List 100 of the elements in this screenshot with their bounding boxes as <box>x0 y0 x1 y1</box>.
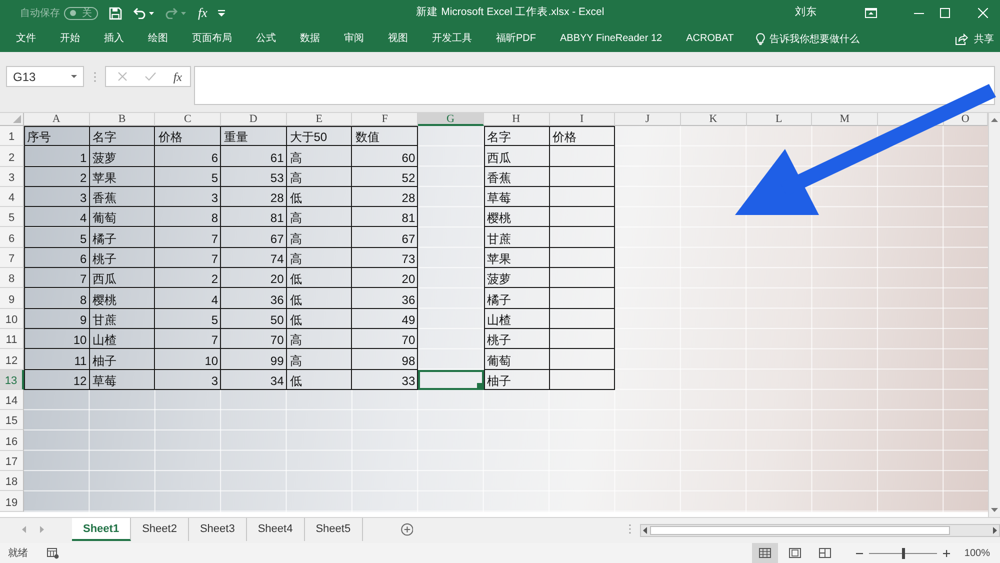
row-header[interactable]: 13 <box>0 370 24 390</box>
row-header[interactable]: 12 <box>0 349 24 370</box>
dropdown-caret-icon[interactable] <box>71 75 77 78</box>
row-header[interactable]: 1 <box>0 126 24 146</box>
ribbon-tab[interactable]: 福昕PDF <box>484 26 548 52</box>
maximize-icon[interactable] <box>940 8 950 18</box>
row-header[interactable]: 2 <box>0 146 24 167</box>
row-header[interactable]: 5 <box>0 207 24 228</box>
scroll-left-arrow-icon[interactable] <box>642 527 647 534</box>
scrollbar-thumb[interactable] <box>650 526 950 535</box>
row-header[interactable]: 7 <box>0 248 24 268</box>
add-sheet-icon[interactable] <box>400 523 414 536</box>
row-header[interactable]: 8 <box>0 268 24 288</box>
column-header[interactable]: F <box>352 113 418 126</box>
ribbon-tab[interactable]: ABBYY FineReader 12 <box>548 26 674 52</box>
toggle-knob-icon <box>70 10 76 16</box>
horizontal-scrollbar[interactable] <box>640 524 1000 537</box>
macro-record-icon[interactable] <box>47 548 59 558</box>
zoom-level[interactable]: 100% <box>960 546 990 560</box>
formula-input[interactable] <box>194 66 995 105</box>
caret-icon[interactable] <box>149 12 154 14</box>
scroll-right-arrow-icon[interactable] <box>992 527 997 534</box>
ribbon-tab[interactable]: 公式 <box>244 26 288 52</box>
ribbon-tab[interactable]: 数据 <box>288 26 332 52</box>
sheet-tab[interactable]: Sheet5 <box>304 518 363 541</box>
ribbon-tab[interactable]: 页面布局 <box>180 26 244 52</box>
column-header[interactable]: A <box>24 113 90 126</box>
ribbon-tab[interactable]: 审阅 <box>332 26 376 52</box>
table-cell: 橘子 <box>484 288 550 309</box>
column-header[interactable]: H <box>484 113 550 126</box>
table-cell: 11 <box>24 349 90 370</box>
insert-function-button[interactable]: fx <box>173 68 182 86</box>
ribbon-display-icon[interactable] <box>865 8 877 18</box>
table-cell: 5 <box>155 308 222 329</box>
insert-function-button[interactable]: fx <box>198 6 208 20</box>
table-cell: 香蕉 <box>484 166 550 187</box>
ribbon-tab[interactable]: 插入 <box>92 26 136 52</box>
row-header[interactable]: 6 <box>0 227 24 248</box>
fill-handle-icon[interactable] <box>476 382 482 388</box>
column-header[interactable]: G <box>418 113 484 126</box>
save-icon[interactable] <box>109 6 122 20</box>
row-header[interactable]: 18 <box>0 471 24 492</box>
column-header[interactable]: D <box>221 113 287 126</box>
empty-cell <box>550 207 616 228</box>
close-icon[interactable] <box>978 8 988 18</box>
sheet-tab[interactable]: Sheet3 <box>188 518 247 541</box>
name-box[interactable]: G13 <box>6 66 84 87</box>
row-header[interactable]: 3 <box>0 166 24 187</box>
column-header[interactable]: K <box>680 113 747 126</box>
customize-toolbar-icon[interactable] <box>218 10 226 16</box>
table-cell: 甘蔗 <box>90 308 156 329</box>
table-cell: 81 <box>221 207 287 228</box>
zoom-in-icon[interactable] <box>943 550 950 556</box>
row-header[interactable]: 9 <box>0 288 24 309</box>
table-cell: 73 <box>352 248 418 268</box>
row-header[interactable]: 11 <box>0 328 24 350</box>
column-header[interactable]: B <box>90 113 156 126</box>
ribbon-tab[interactable]: 绘图 <box>136 26 180 52</box>
user-name[interactable]: 刘东 <box>795 5 817 21</box>
ribbon-tab[interactable]: 视图 <box>376 26 420 52</box>
column-header[interactable]: I <box>550 113 616 126</box>
share-button[interactable]: 共享 <box>955 32 994 46</box>
row-header[interactable]: 4 <box>0 186 24 208</box>
window-title: 新建 Microsoft Excel 工作表.xlsx - Excel <box>416 6 604 18</box>
table-cell: 草莓 <box>484 186 550 208</box>
row-header[interactable]: 19 <box>0 491 24 512</box>
normal-view-icon <box>759 548 771 558</box>
table-cell: 高 <box>286 207 352 228</box>
row-header[interactable]: 16 <box>0 430 24 451</box>
lightbulb-icon <box>756 33 765 45</box>
scroll-up-icon[interactable] <box>991 118 998 122</box>
column-header[interactable]: E <box>286 113 352 126</box>
undo-icon[interactable] <box>133 7 146 19</box>
table-cell: 葡萄 <box>90 207 156 228</box>
sheet-tab[interactable]: Sheet2 <box>131 518 189 541</box>
tell-me-search[interactable]: 告诉我你想要做什么 <box>756 32 860 46</box>
row-header[interactable]: 17 <box>0 450 24 472</box>
row-header[interactable]: 14 <box>0 390 24 410</box>
ribbon-tab[interactable]: 开始 <box>48 26 92 52</box>
table-cell: 草莓 <box>90 370 156 390</box>
table-cell: 苹果 <box>90 166 156 187</box>
selected-cell[interactable] <box>418 370 484 390</box>
ribbon-tab[interactable]: 文件 <box>4 26 48 52</box>
scroll-down-icon[interactable] <box>991 508 998 512</box>
view-button[interactable] <box>752 543 778 563</box>
slider-thumb[interactable] <box>902 548 905 558</box>
column-header[interactable]: M <box>812 113 878 126</box>
table-cell: 高 <box>286 349 352 370</box>
ribbon-tab[interactable]: 开发工具 <box>420 26 484 52</box>
vertical-scrollbar[interactable] <box>988 113 1000 517</box>
table-cell: 柚子 <box>484 370 550 390</box>
row-header[interactable]: 15 <box>0 410 24 430</box>
sheet-tab[interactable]: Sheet4 <box>246 518 305 541</box>
column-header[interactable]: J <box>615 113 681 126</box>
table-cell: 4 <box>155 288 222 309</box>
row-header[interactable]: 10 <box>0 308 24 329</box>
column-header[interactable]: C <box>155 113 222 126</box>
sheet-tab[interactable]: Sheet1 <box>72 518 132 541</box>
ribbon-tab[interactable]: ACROBAT <box>674 26 746 52</box>
column-header[interactable]: L <box>746 113 812 126</box>
